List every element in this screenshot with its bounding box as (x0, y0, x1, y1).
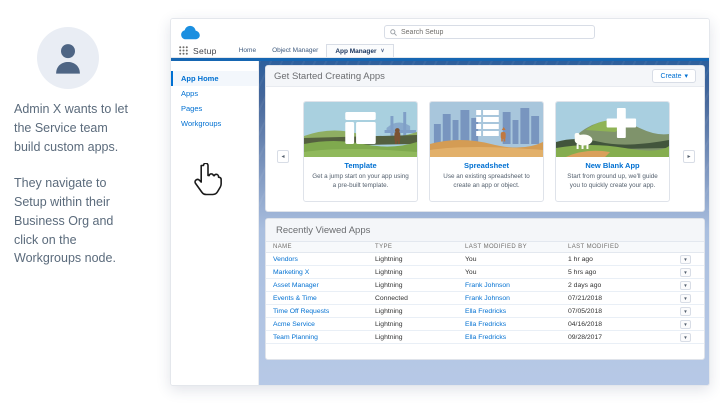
table-row: Vendors Lightning You 1 hr ago ▼ (266, 253, 704, 266)
global-header: Search Setup (171, 19, 709, 45)
scenario-caption-panel: Admin X wants to let the Service team bu… (0, 0, 170, 405)
nav-item-apps[interactable]: Apps (171, 86, 258, 101)
create-button-label: Create (660, 73, 681, 80)
spreadsheet-illustration (430, 102, 543, 157)
row-actions-button[interactable]: ▼ (680, 268, 691, 277)
card-spreadsheet-title: Spreadsheet (430, 161, 543, 170)
table-row: Asset Manager Lightning Frank Johnson 2 … (266, 279, 704, 292)
salesforce-setup-window: Search Setup Setup Home Object Manager A… (170, 18, 710, 386)
card-new-blank-app-title: New Blank App (556, 161, 669, 170)
nav-item-app-home[interactable]: App Home (171, 71, 258, 86)
setup-app-label: Setup (193, 46, 217, 56)
app-name-link[interactable]: Team Planning (273, 334, 318, 341)
app-type: Lightning (375, 308, 403, 315)
nav-item-workgroups[interactable]: Workgroups (171, 116, 258, 131)
chevron-down-icon: ▾ (684, 72, 688, 80)
last-modified: 04/16/2018 (568, 321, 602, 328)
salesforce-logo (178, 24, 202, 41)
app-type: Lightning (375, 334, 403, 341)
column-type: TYPE (375, 244, 392, 250)
table-row: Marketing X Lightning You 5 hrs ago ▼ (266, 266, 704, 279)
get-started-title: Get Started Creating Apps (274, 71, 385, 82)
app-name-link[interactable]: Acme Service (273, 321, 315, 328)
carousel-prev-button[interactable]: ◂ (277, 150, 289, 163)
tab-app-manager[interactable]: App Manager ∨ (326, 44, 393, 57)
app-type: Lightning (375, 269, 403, 276)
modified-by-link[interactable]: Ella Fredricks (465, 334, 506, 341)
modified-by-link[interactable]: Ella Fredricks (465, 321, 506, 328)
app-type: Connected (375, 295, 408, 302)
search-placeholder: Search Setup (401, 29, 443, 36)
tab-object-manager[interactable]: Object Manager (264, 44, 326, 57)
get-started-panel: Get Started Creating Apps Create ▾ ◂ ▸ (265, 65, 705, 212)
recently-viewed-title: Recently Viewed Apps (276, 225, 370, 236)
app-type: Lightning (375, 321, 403, 328)
table-row: Team Planning Lightning Ella Fredricks 0… (266, 331, 704, 344)
card-template-description: Get a jump start on your app using a pre… (311, 172, 410, 190)
row-actions-button[interactable]: ▼ (680, 333, 691, 342)
card-spreadsheet[interactable]: Spreadsheet Use an existing spreadsheet … (429, 101, 544, 202)
app-type: Lightning (375, 282, 403, 289)
recently-viewed-apps-panel: Recently Viewed Apps NAME TYPE LAST MODI… (265, 218, 705, 360)
card-new-blank-app-description: Start from ground up, we'll guide you to… (563, 172, 662, 190)
table-row: Events & Time Connected Frank Johnson 07… (266, 292, 704, 305)
create-button[interactable]: Create ▾ (652, 69, 696, 83)
setup-nav: App Home Apps Pages Workgroups (171, 61, 259, 386)
app-launcher-icon[interactable] (179, 46, 188, 55)
row-actions-button[interactable]: ▼ (680, 255, 691, 264)
app-name-link[interactable]: Events & Time (273, 295, 317, 302)
last-modified: 2 days ago (568, 282, 601, 289)
column-last-modified: LAST MODIFIED (568, 244, 619, 250)
table-header-row: NAME TYPE LAST MODIFIED BY LAST MODIFIED (266, 241, 704, 253)
new-blank-app-illustration (556, 102, 669, 157)
nav-item-pages[interactable]: Pages (171, 101, 258, 116)
table-row: Time Off Requests Lightning Ella Fredric… (266, 305, 704, 318)
row-actions-button[interactable]: ▼ (680, 307, 691, 316)
setup-tab-bar: Setup Home Object Manager App Manager ∨ (171, 45, 709, 58)
table-row: Acme Service Lightning Ella Fredricks 04… (266, 318, 704, 331)
card-template[interactable]: Template Get a jump start on your app us… (303, 101, 418, 202)
row-actions-button[interactable]: ▼ (680, 281, 691, 290)
app-type: Lightning (375, 256, 403, 263)
hand-pointer-cursor (193, 163, 223, 197)
last-modified: 5 hrs ago (568, 269, 596, 276)
chevron-down-icon: ∨ (380, 48, 384, 54)
last-modified: 07/21/2018 (568, 295, 602, 302)
column-last-modified-by: LAST MODIFIED BY (465, 244, 527, 250)
tab-app-manager-label: App Manager (335, 48, 376, 55)
column-name: NAME (273, 244, 292, 250)
tab-home[interactable]: Home (231, 44, 264, 57)
setup-content-area: Get Started Creating Apps Create ▾ ◂ ▸ (259, 61, 709, 386)
card-spreadsheet-description: Use an existing spreadsheet to create an… (437, 172, 536, 190)
last-modified: 07/05/2018 (568, 308, 602, 315)
person-icon (53, 41, 83, 75)
app-name-link[interactable]: Time Off Requests (273, 308, 329, 315)
scenario-description: Admin X wants to let the Service team bu… (14, 100, 132, 268)
template-illustration (304, 102, 417, 157)
card-template-title: Template (304, 161, 417, 170)
setup-search-input[interactable]: Search Setup (384, 25, 595, 39)
caption-paragraph-2: They navigate to Setup within their Busi… (14, 174, 132, 268)
caption-paragraph-1: Admin X wants to let the Service team bu… (14, 100, 132, 156)
modified-by-link[interactable]: Frank Johnson (465, 282, 510, 289)
app-name-link[interactable]: Asset Manager (273, 282, 319, 289)
carousel-next-button[interactable]: ▸ (683, 150, 695, 163)
last-modified: 09/28/2017 (568, 334, 602, 341)
modified-by-link[interactable]: Ella Fredricks (465, 308, 506, 315)
last-modified: 1 hr ago (568, 256, 593, 263)
row-actions-button[interactable]: ▼ (680, 320, 691, 329)
card-new-blank-app[interactable]: New Blank App Start from ground up, we'l… (555, 101, 670, 202)
avatar (37, 27, 99, 89)
row-actions-button[interactable]: ▼ (680, 294, 691, 303)
search-icon (390, 29, 397, 36)
app-name-link[interactable]: Marketing X (273, 269, 309, 276)
modified-by-link[interactable]: Frank Johnson (465, 295, 510, 302)
app-name-link[interactable]: Vendors (273, 256, 298, 263)
modified-by: You (465, 269, 476, 276)
modified-by: You (465, 256, 476, 263)
